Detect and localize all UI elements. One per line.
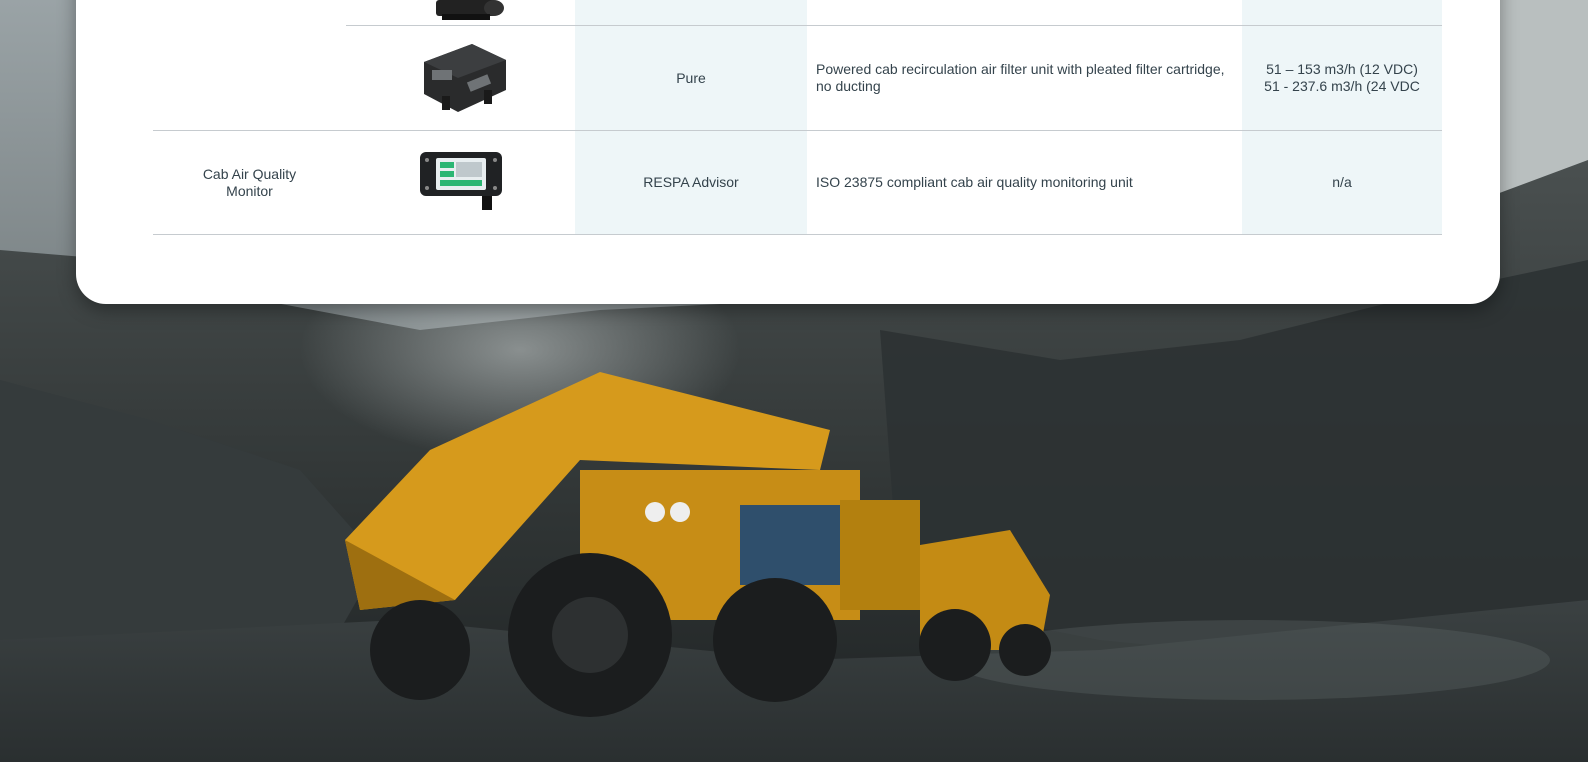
product-table-card: Pure Powered cab recirculation air filte… (76, 0, 1500, 304)
airflow-cell: 51 – 153 m3/h (12 VDC) 51 - 237.6 m3/h (… (1264, 61, 1420, 94)
table-row (153, 26, 346, 130)
filter-unit-icon (436, 0, 504, 20)
category-cell: Cab Air Quality Monitor (202, 165, 297, 199)
air-quality-monitor-icon (420, 152, 502, 210)
description-cell: Powered cab recirculation air filter uni… (816, 61, 1225, 94)
row-divider (153, 234, 1442, 235)
product-name-cell: RESPA Advisor (643, 174, 739, 190)
product-name-cell: Pure (676, 69, 706, 86)
filter-unit-icon (424, 44, 506, 112)
airflow-cell: n/a (1332, 174, 1352, 190)
description-cell: ISO 23875 compliant cab air quality moni… (816, 174, 1133, 190)
